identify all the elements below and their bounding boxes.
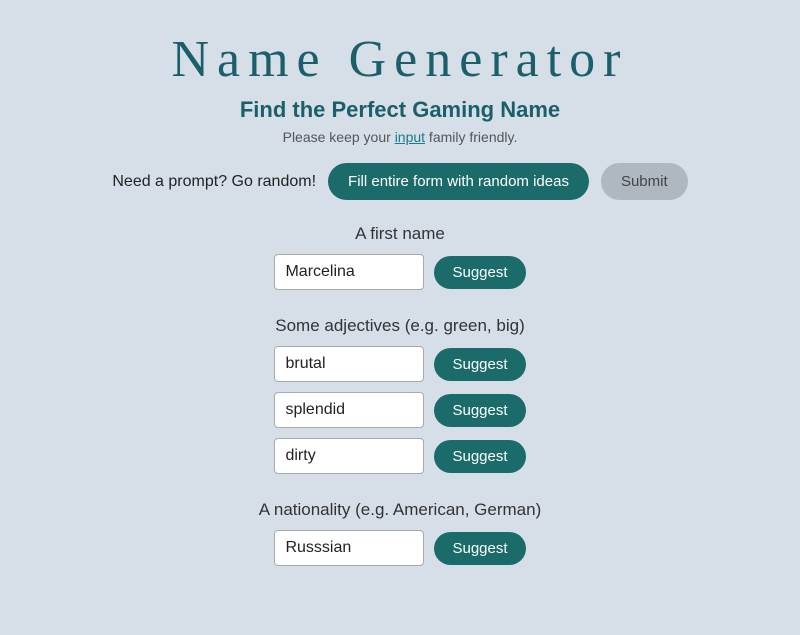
adjectives-label: Some adjectives (e.g. green, big) xyxy=(275,316,524,336)
submit-button[interactable]: Submit xyxy=(601,163,688,200)
random-prompt-text: Need a prompt? Go random! xyxy=(112,173,316,191)
adjective3-input-row: Suggest xyxy=(274,438,525,474)
page-title: Name Generator xyxy=(171,30,628,89)
nationality-input[interactable] xyxy=(274,530,424,566)
nationality-suggest-button[interactable]: Suggest xyxy=(434,532,525,565)
first-name-suggest-button[interactable]: Suggest xyxy=(434,256,525,289)
first-name-input[interactable] xyxy=(274,254,424,290)
subtitle: Find the Perfect Gaming Name xyxy=(240,97,560,123)
first-name-label: A first name xyxy=(355,224,445,244)
family-friendly-note: Please keep your input family friendly. xyxy=(283,129,518,145)
adjective3-input[interactable] xyxy=(274,438,424,474)
nationality-input-row: Suggest xyxy=(274,530,525,566)
fill-random-button[interactable]: Fill entire form with random ideas xyxy=(328,163,589,200)
random-row: Need a prompt? Go random! Fill entire fo… xyxy=(40,163,760,200)
nationality-label: A nationality (e.g. American, German) xyxy=(259,500,542,520)
adjective3-suggest-button[interactable]: Suggest xyxy=(434,440,525,473)
adjective1-input[interactable] xyxy=(274,346,424,382)
adjective1-input-row: Suggest xyxy=(274,346,525,382)
adjective1-suggest-button[interactable]: Suggest xyxy=(434,348,525,381)
adjectives-section: Some adjectives (e.g. green, big) Sugges… xyxy=(40,316,760,484)
input-link: input xyxy=(395,129,425,145)
adjective2-input-row: Suggest xyxy=(274,392,525,428)
nationality-section: A nationality (e.g. American, German) Su… xyxy=(40,500,760,576)
first-name-input-row: Suggest xyxy=(274,254,525,290)
adjective2-input[interactable] xyxy=(274,392,424,428)
first-name-section: A first name Suggest xyxy=(40,224,760,300)
adjective2-suggest-button[interactable]: Suggest xyxy=(434,394,525,427)
